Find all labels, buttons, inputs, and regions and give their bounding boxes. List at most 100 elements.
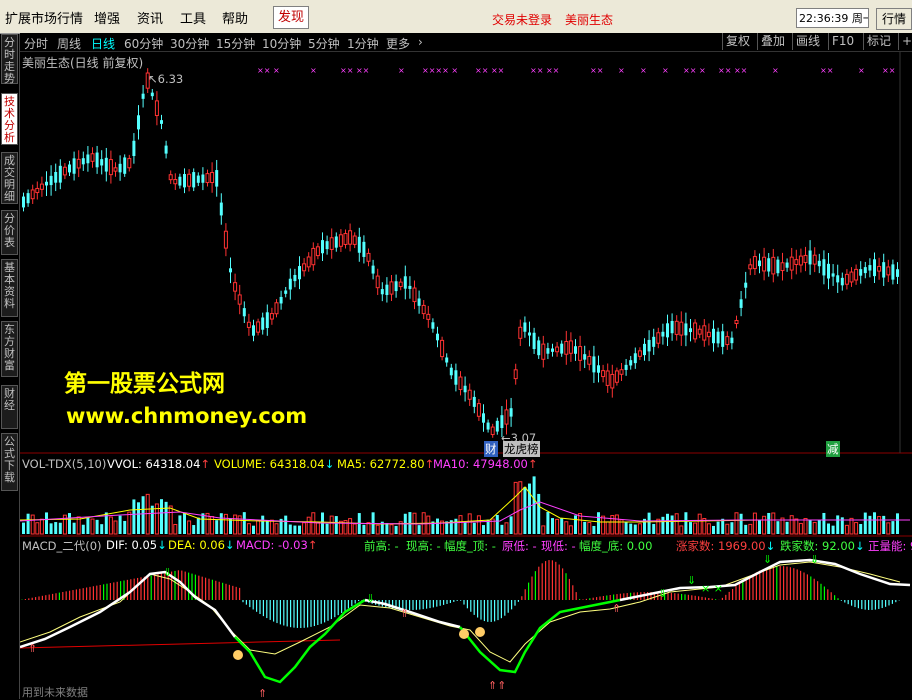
candle-body — [601, 370, 606, 378]
watermark-title: 第一股票公式网 — [64, 371, 225, 397]
quote-button[interactable]: 行情 — [876, 8, 912, 30]
candle-body — [748, 264, 753, 270]
period-daily[interactable]: 日线 — [91, 35, 115, 52]
volume-indicator-name[interactable]: VOL-TDX(5,10) — [22, 457, 106, 471]
period-more[interactable]: 更多 — [386, 35, 410, 52]
volume-bar — [173, 523, 178, 535]
volume-bar — [334, 516, 338, 534]
volume-bar — [716, 521, 720, 534]
volume-bar — [674, 513, 679, 535]
menu-help[interactable]: 帮助 — [222, 8, 248, 27]
menu-tools[interactable]: 工具 — [180, 8, 206, 27]
volume-bar — [306, 516, 311, 535]
candle-body — [108, 159, 113, 176]
candle-body — [873, 259, 876, 277]
tab-formula-download[interactable]: 公式下载 — [1, 433, 18, 491]
volume-bar — [81, 524, 85, 534]
candle-body — [619, 369, 624, 375]
candle-body — [137, 115, 140, 130]
login-status[interactable]: 交易未登录 — [492, 11, 552, 28]
candle-body — [854, 268, 859, 281]
watermark-url: www.chnmoney.com — [66, 404, 308, 428]
tab-basic-info[interactable]: 基本资料 — [1, 259, 18, 317]
signal-markers: ×× × × ×× ×× × ×××× × ×× ×× ×× ×× ×× × × × ×× × … — [257, 66, 895, 75]
candle-body — [132, 140, 136, 157]
volume-bar — [725, 523, 730, 535]
candle-body — [758, 260, 761, 267]
volume-bar — [123, 520, 127, 534]
volume-bar — [886, 522, 891, 535]
reduce-holding-marker[interactable]: 减 — [826, 441, 840, 457]
candle-body — [72, 158, 76, 174]
tab-technical-analysis[interactable]: 技术分析 — [1, 93, 18, 145]
candle-body — [896, 269, 899, 277]
candle-body — [252, 325, 255, 336]
menu-extended-market[interactable]: 扩展市场行情 — [5, 8, 83, 27]
volume-bar — [348, 518, 353, 535]
draw-line-button[interactable]: 画线 — [792, 33, 823, 50]
candle-body — [633, 353, 637, 364]
finance-marker[interactable]: 财 — [484, 441, 498, 457]
candle-body — [734, 319, 739, 325]
volume-bar — [113, 520, 118, 535]
menu-discover[interactable]: 发现 — [273, 6, 309, 29]
candle-body — [812, 254, 817, 265]
tab-trade-details[interactable]: 成交明细 — [1, 152, 18, 204]
period-30min[interactable]: 30分钟 — [170, 35, 209, 52]
dea-line — [20, 561, 901, 663]
candle-body — [95, 152, 99, 168]
candle-body — [233, 282, 238, 292]
macd-gold-markers — [233, 627, 485, 660]
tab-finance[interactable]: 财经 — [1, 385, 18, 429]
period-10min[interactable]: 10分钟 — [262, 35, 301, 52]
f10-button[interactable]: F10 — [828, 33, 857, 50]
candle-body — [463, 385, 467, 393]
volume-bar — [555, 518, 560, 535]
menu-enhance[interactable]: 增强 — [94, 8, 120, 27]
menu-info[interactable]: 资讯 — [137, 8, 163, 27]
candle-body — [831, 273, 835, 277]
period-1min[interactable]: 1分钟 — [347, 35, 379, 52]
candle-body — [513, 369, 518, 380]
svg-text:×× ××: ×× ×× — [530, 66, 559, 75]
volume-bar — [504, 522, 509, 535]
candle-body — [674, 320, 679, 335]
period-15min[interactable]: 15分钟 — [216, 35, 255, 52]
volume-bar — [352, 523, 357, 535]
tab-price-table[interactable]: 分价表 — [1, 210, 18, 255]
volume-bar — [325, 523, 329, 534]
mark-button[interactable]: 标记 — [863, 33, 894, 50]
adjust-button[interactable]: 复权 — [722, 33, 753, 50]
period-5min[interactable]: 5分钟 — [308, 35, 340, 52]
top-amplitude-value: 幅度_顶: - — [444, 539, 496, 553]
tab-eastmoney[interactable]: 东方财富 — [1, 321, 18, 377]
volume-bar — [35, 522, 40, 535]
volume-bar — [767, 512, 771, 534]
more-tools-icon[interactable]: + ◐ — [898, 33, 912, 50]
svg-text:⇓: ⇓ — [763, 553, 772, 566]
volume-bar — [803, 517, 808, 535]
period-weekly[interactable]: 周线 — [57, 35, 81, 52]
bottom-amplitude-value: 幅度_底: 0.00 — [579, 539, 653, 553]
volume-bar — [288, 524, 292, 534]
candle-body — [311, 247, 316, 266]
overlay-button[interactable]: 叠加 — [757, 33, 788, 50]
candle-body — [454, 370, 458, 385]
candle-body — [306, 256, 311, 268]
dragon-tiger-marker[interactable]: 龙虎榜 — [503, 441, 540, 457]
period-60min[interactable]: 60分钟 — [124, 35, 163, 52]
candle-body — [440, 339, 445, 358]
volume-bar — [684, 512, 688, 534]
period-timeshare[interactable]: 分时 — [24, 35, 48, 52]
volume-bar — [150, 505, 154, 534]
candle-body — [555, 346, 560, 353]
svg-text:⇓: ⇓ — [810, 553, 819, 566]
candle-body — [417, 298, 421, 306]
candle-body — [614, 370, 619, 383]
volume-bar — [637, 523, 642, 535]
volume-bar — [436, 518, 439, 534]
chevron-right-icon[interactable]: › — [418, 35, 423, 49]
candle-body — [721, 331, 725, 347]
macd-indicator-name[interactable]: MACD_二代(0) — [22, 538, 102, 554]
tab-time-sharing[interactable]: 分时走势 — [1, 34, 18, 85]
